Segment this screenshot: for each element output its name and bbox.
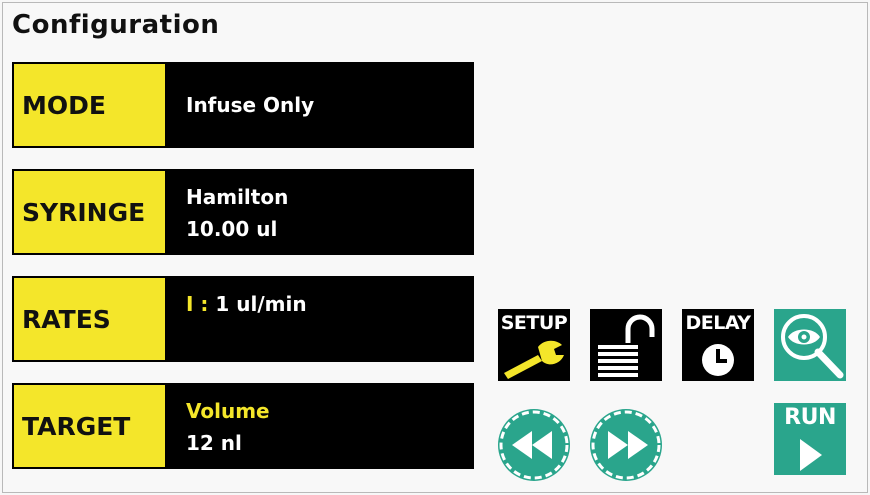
rates-value-area: I : 1 ul/min bbox=[165, 276, 474, 362]
eye-magnifier-icon bbox=[781, 314, 844, 379]
clock-icon bbox=[702, 344, 734, 376]
mode-value-area: Infuse Only bbox=[165, 62, 474, 148]
target-amount: 12 nl bbox=[186, 431, 242, 455]
syringe-row[interactable]: SYRINGE Hamilton 10.00 ul bbox=[12, 169, 474, 255]
mode-row[interactable]: MODE Infuse Only bbox=[12, 62, 474, 148]
wrench-icon bbox=[504, 340, 564, 379]
rates-separator: : bbox=[193, 292, 216, 316]
rates-line: I : 1 ul/min bbox=[186, 288, 474, 320]
mode-label: MODE bbox=[14, 64, 165, 146]
rates-label: RATES bbox=[14, 278, 165, 360]
lock-button[interactable] bbox=[590, 309, 662, 381]
syringe-volume: 10.00 ul bbox=[186, 217, 278, 241]
syringe-label: SYRINGE bbox=[14, 171, 165, 253]
play-icon bbox=[800, 439, 822, 471]
fast-forward-icon bbox=[591, 410, 661, 480]
rewind-icon bbox=[499, 410, 569, 480]
target-row[interactable]: TARGET Volume 12 nl bbox=[12, 383, 474, 469]
view-button[interactable] bbox=[774, 309, 846, 381]
rates-value: 1 ul/min bbox=[215, 292, 307, 316]
syringe-value-area: Hamilton 10.00 ul bbox=[165, 169, 474, 255]
target-value-area: Volume 12 nl bbox=[165, 383, 474, 469]
syringe-brand: Hamilton bbox=[186, 185, 289, 209]
unlock-icon bbox=[598, 314, 655, 377]
forward-button[interactable] bbox=[590, 409, 662, 481]
rates-row[interactable]: RATES I : 1 ul/min bbox=[12, 276, 474, 362]
rewind-button[interactable] bbox=[498, 409, 570, 481]
setup-button[interactable]: SETUP bbox=[498, 309, 570, 381]
mode-value: Infuse Only bbox=[186, 93, 315, 117]
run-button[interactable]: RUN bbox=[774, 403, 846, 475]
delay-button[interactable]: DELAY bbox=[682, 309, 754, 381]
target-label: TARGET bbox=[14, 385, 165, 467]
page-title: Configuration bbox=[12, 10, 220, 40]
target-type: Volume bbox=[186, 399, 270, 423]
